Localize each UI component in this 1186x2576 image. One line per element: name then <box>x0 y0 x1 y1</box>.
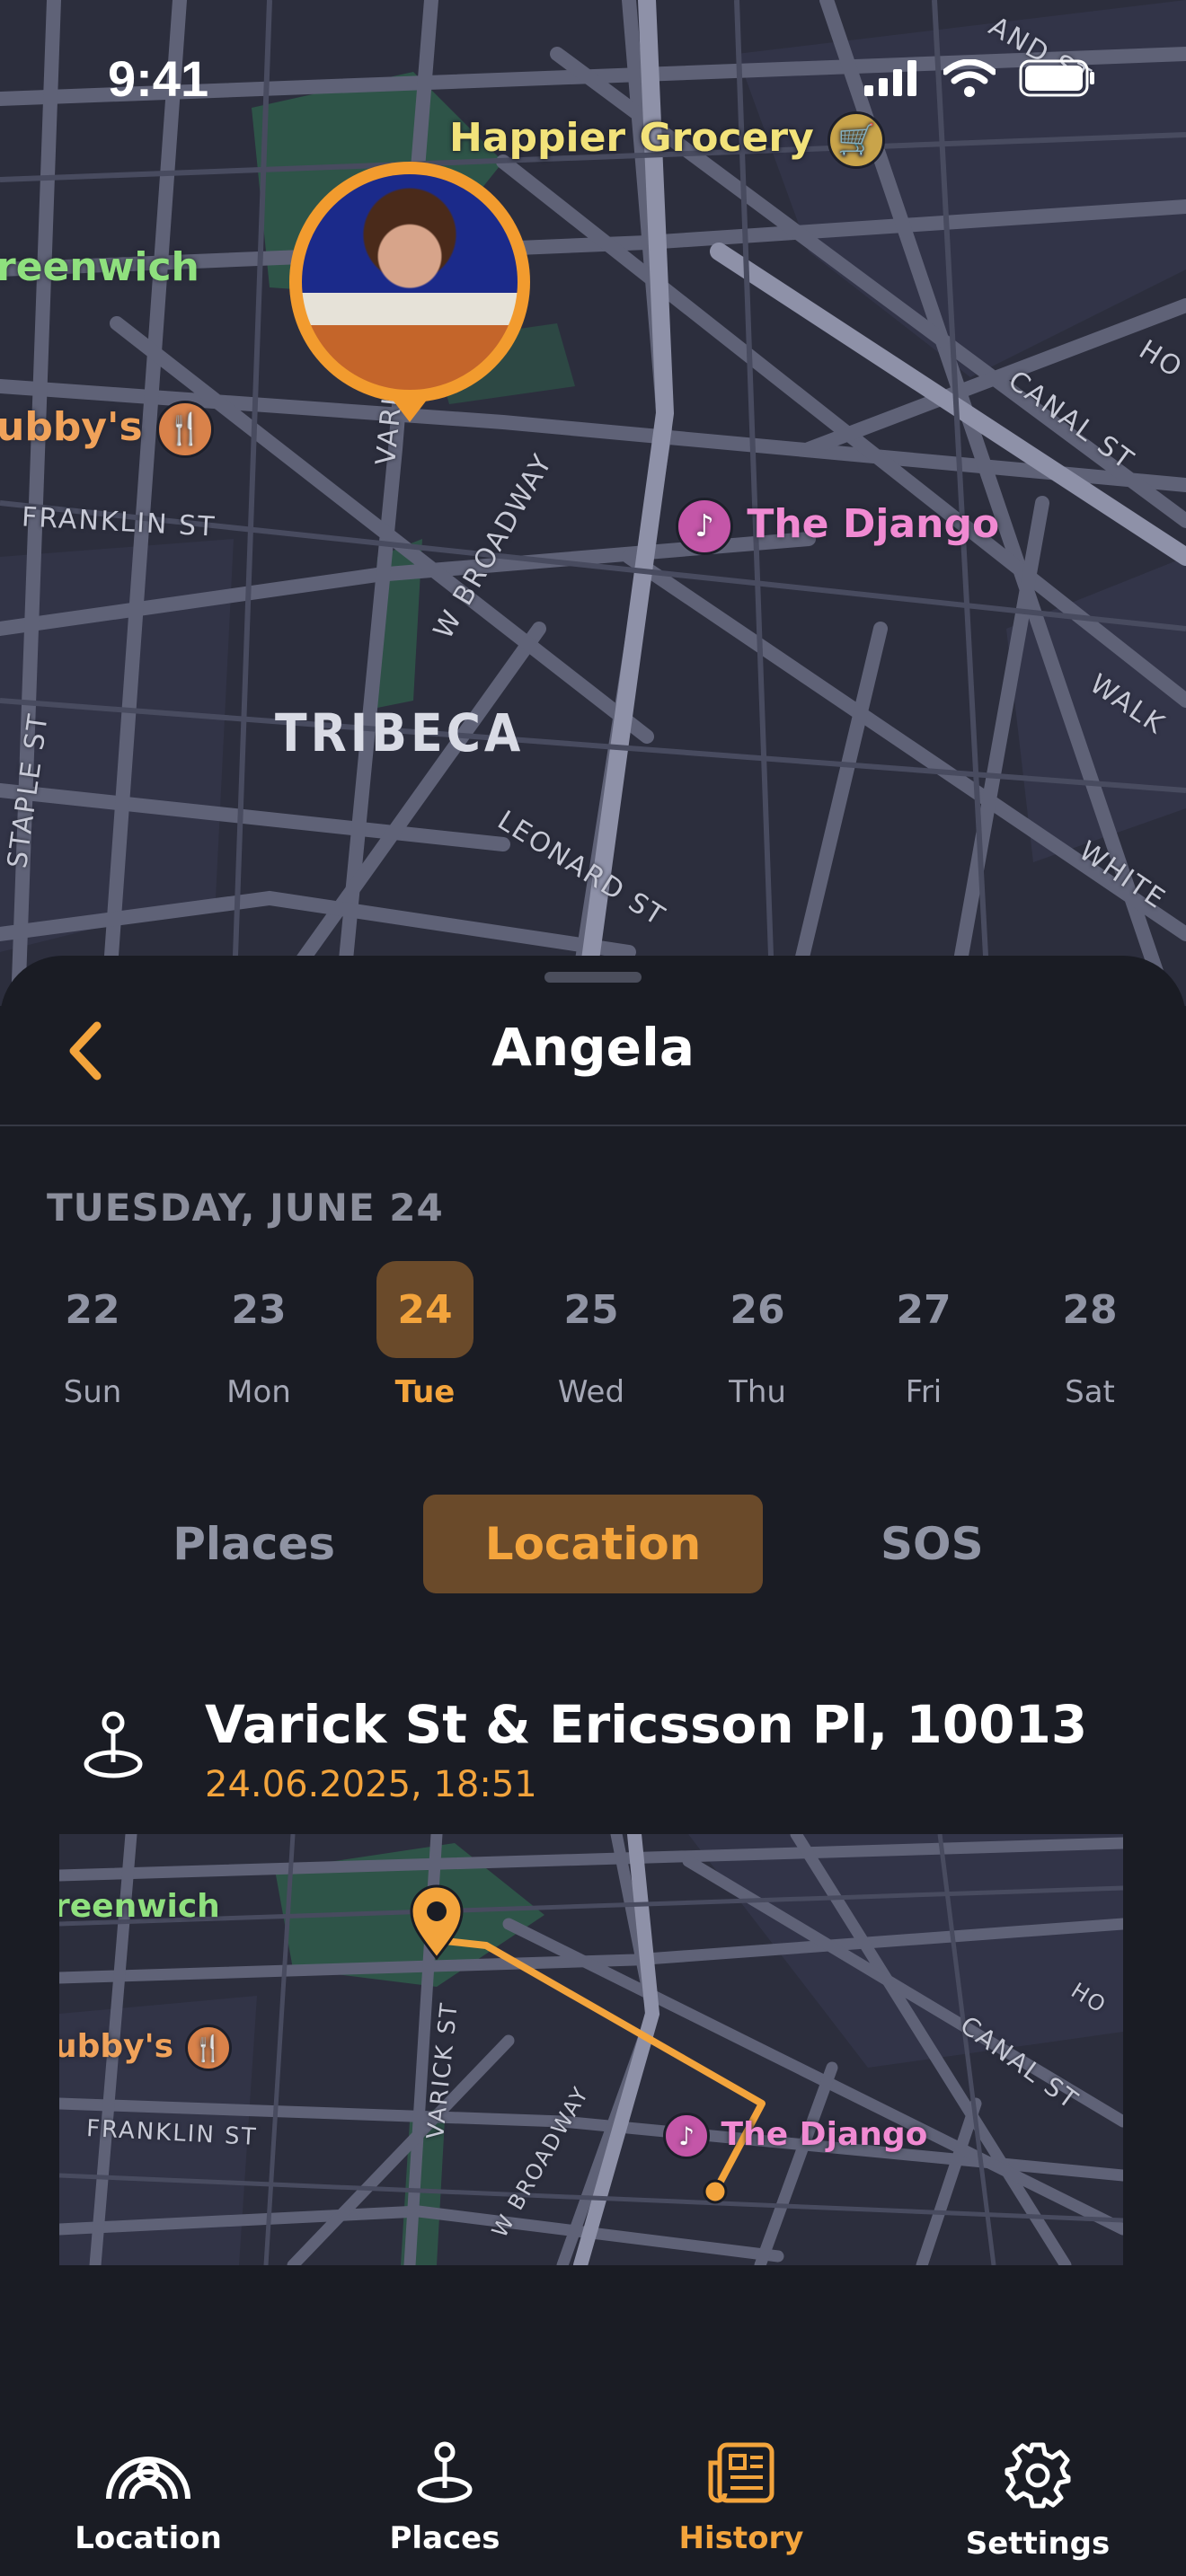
day-of-week: Mon <box>226 1374 291 1410</box>
poi-restaurant-label[interactable]: ubby's <box>0 404 143 450</box>
avatar-pin[interactable] <box>289 162 530 402</box>
day-number: 24 <box>376 1261 474 1358</box>
history-icon <box>708 2442 774 2503</box>
fork-knife-icon: 🍴 <box>156 401 214 458</box>
header-divider <box>0 1125 1186 1126</box>
status-bar: 9:41 <box>0 0 1186 162</box>
day-24[interactable]: 24 Tue <box>367 1261 483 1410</box>
tab-places[interactable]: Places <box>296 2375 593 2576</box>
segment-location[interactable]: Location <box>423 1495 763 1593</box>
day-of-week: Thu <box>729 1374 786 1410</box>
battery-icon <box>1019 59 1094 97</box>
day-number: 26 <box>730 1286 785 1333</box>
sheet-grabber[interactable] <box>544 972 642 983</box>
day-23[interactable]: 23 Mon <box>200 1261 317 1411</box>
segment-sos[interactable]: SOS <box>763 1495 1102 1593</box>
gear-icon <box>1005 2442 1071 2509</box>
wifi-icon <box>943 59 996 97</box>
segment-places[interactable]: Places <box>84 1495 423 1593</box>
avatar <box>302 174 518 390</box>
status-time: 9:41 <box>108 50 209 107</box>
tab-label: Location <box>75 2520 222 2556</box>
day-of-week: Sat <box>1065 1374 1115 1410</box>
tab-history[interactable]: History <box>593 2375 890 2576</box>
date-heading: TUESDAY, JUNE 24 <box>47 1186 444 1230</box>
segmented-control: Places Location SOS <box>84 1495 1102 1593</box>
day-number: 22 <box>65 1286 120 1333</box>
day-25[interactable]: 25 Wed <box>533 1261 650 1411</box>
history-entry[interactable]: Varick St & Ericsson Pl, 10013 24.06.202… <box>0 1681 1186 1807</box>
tab-label: Places <box>389 2520 500 2556</box>
signal-icon <box>864 60 916 96</box>
location-person-icon <box>106 2457 190 2500</box>
music-note-icon: ♪ <box>676 498 733 555</box>
pin-icon <box>417 2441 473 2503</box>
day-number: 28 <box>1062 1286 1118 1333</box>
mini-poi-music[interactable]: The Django <box>721 2116 928 2153</box>
tab-bar: Location Places History Settings <box>0 2375 1186 2576</box>
day-28[interactable]: 28 Sat <box>1031 1261 1148 1411</box>
day-number: 25 <box>563 1286 619 1333</box>
pin-icon <box>84 1711 143 1778</box>
page-title: Angela <box>491 1017 695 1078</box>
district-label: TRIBECA <box>275 702 525 763</box>
day-26[interactable]: 26 Thu <box>699 1261 816 1411</box>
poi-music-label[interactable]: The Django <box>747 501 999 547</box>
mini-poi-restaurant[interactable]: ubby's <box>59 2028 173 2065</box>
tab-settings[interactable]: Settings <box>890 2375 1186 2576</box>
day-22[interactable]: 22 Sun <box>34 1261 151 1411</box>
day-27[interactable]: 27 Fri <box>865 1261 982 1411</box>
day-of-week: Tue <box>394 1374 456 1410</box>
week-strip: 22 Sun 23 Mon 24 Tue 25 Wed 26 Thu 27 Fri 28 Sa… <box>34 1261 1148 1410</box>
poi-greenwich-label[interactable]: reenwich <box>0 244 199 290</box>
entry-timestamp: 24.06.2025, 18:51 <box>205 1764 537 1805</box>
fork-knife-icon: 🍴 <box>184 2025 232 2071</box>
tab-location[interactable]: Location <box>0 2375 296 2576</box>
map-view[interactable]: Happier Grocery 🛒 reenwich ubby's 🍴 ♪ Th… <box>0 0 1186 1006</box>
day-of-week: Wed <box>557 1374 625 1410</box>
day-number: 23 <box>231 1286 287 1333</box>
bottom-sheet[interactable]: Angela TUESDAY, JUNE 24 22 Sun 23 Mon 24 Tu… <box>0 956 1186 2576</box>
music-note-icon: ♪ <box>663 2113 710 2159</box>
tab-label: History <box>678 2520 804 2556</box>
day-number: 27 <box>896 1286 951 1333</box>
day-of-week: Fri <box>905 1374 943 1410</box>
day-of-week: Sun <box>63 1374 122 1410</box>
tab-label: Settings <box>965 2526 1111 2562</box>
route-map[interactable]: reenwich ubby's 🍴 ♪ The Django FRANKLIN … <box>59 1834 1123 2265</box>
entry-address: Varick St & Ericsson Pl, 10013 <box>205 1694 1088 1755</box>
mini-poi-greenwich[interactable]: reenwich <box>59 1888 220 1925</box>
